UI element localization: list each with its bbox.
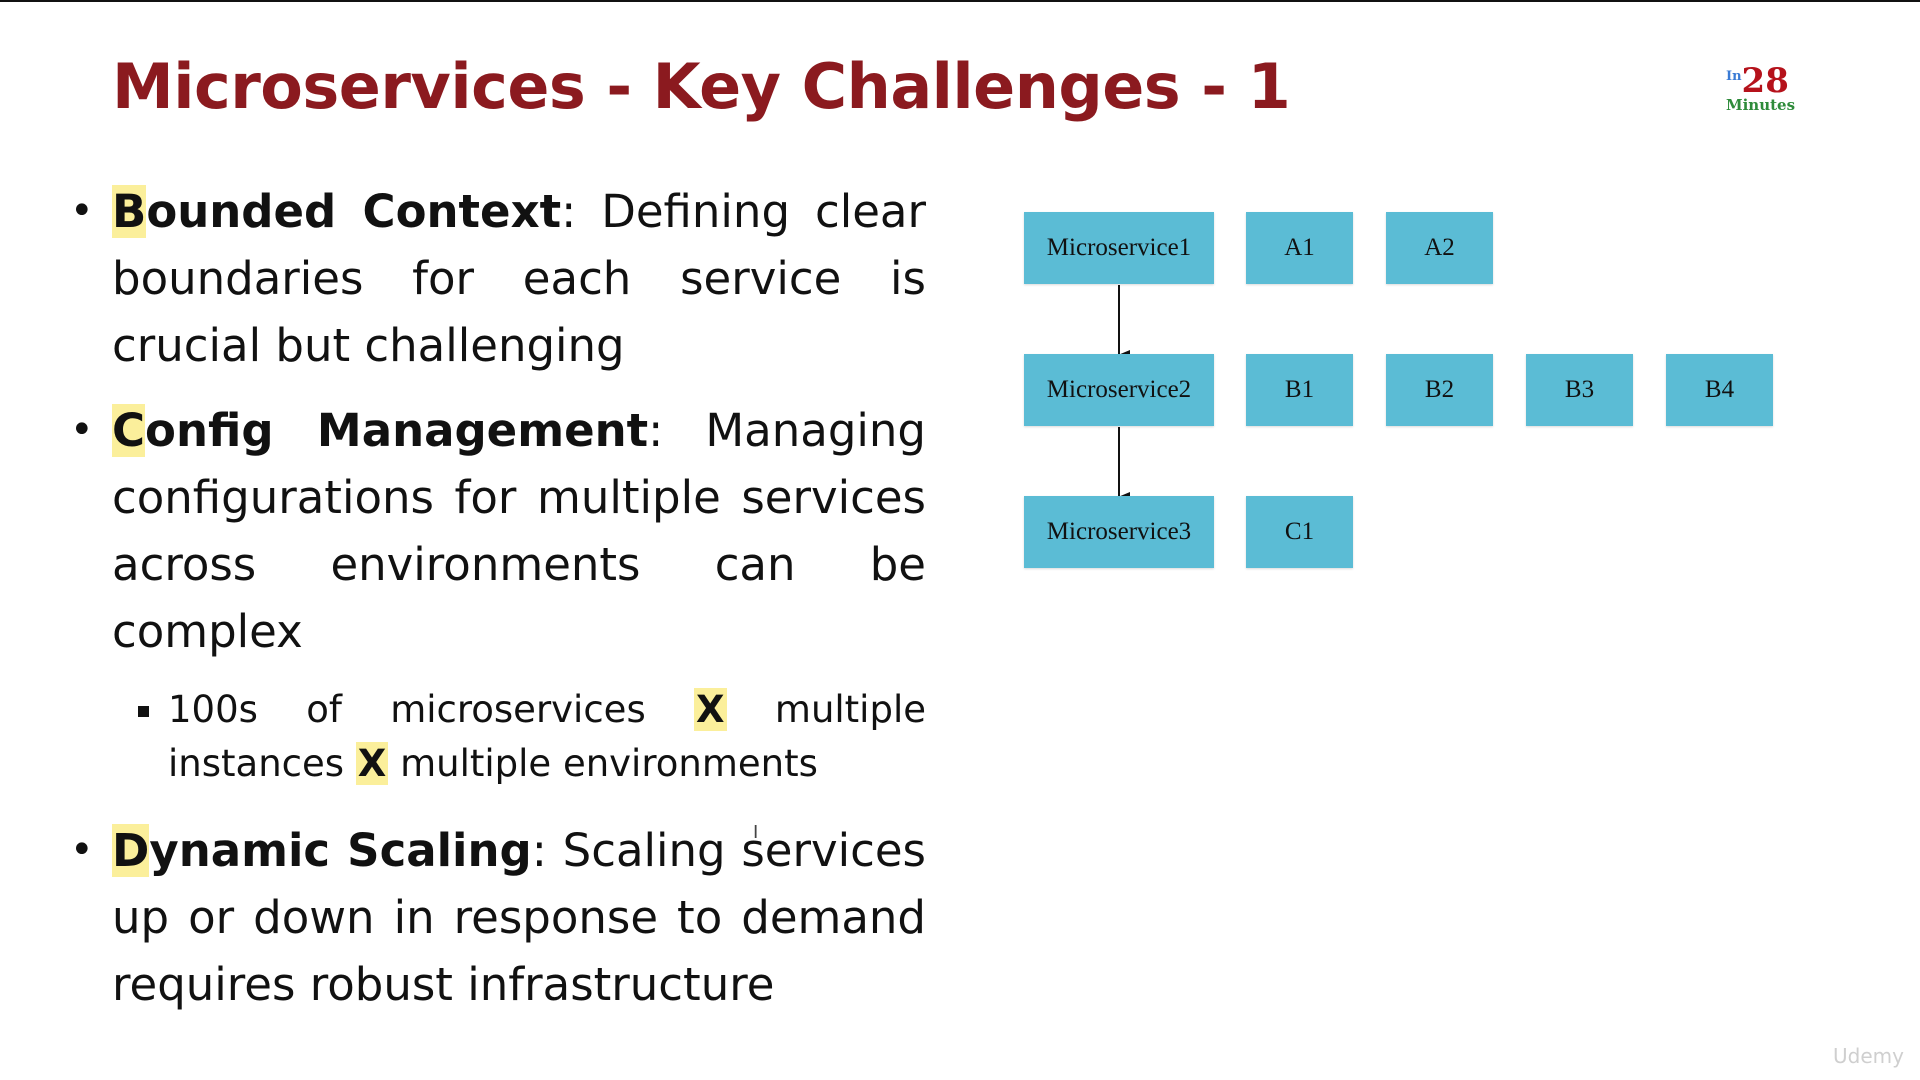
term-rest: ounded Context xyxy=(146,185,562,238)
term-highlight: D xyxy=(112,824,150,877)
term-rest: onfig Management xyxy=(145,404,649,457)
multiply-mark: X xyxy=(694,688,727,731)
top-rule xyxy=(0,0,1920,2)
bullet-list: • Bounded Context: Defining clear bounda… xyxy=(70,178,926,1036)
bullet-bounded-context: • Bounded Context: Defining clear bounda… xyxy=(70,178,926,379)
sub-text-1: 100s of microservices xyxy=(168,688,695,731)
logo-prefix: In xyxy=(1726,69,1742,84)
multiply-mark: X xyxy=(355,742,389,785)
instance-box: A1 xyxy=(1246,212,1353,284)
term-highlight: C xyxy=(112,404,146,457)
bullet-term: Bounded Context xyxy=(112,185,561,238)
logo-number: 28 xyxy=(1741,61,1789,101)
bullet-dynamic-scaling: • Dynamic Scaling: Scaling services up o… xyxy=(70,817,926,1018)
square-bullet xyxy=(138,706,149,717)
udemy-watermark: Udemy xyxy=(1833,1044,1904,1068)
term-rest: ynamic Scaling xyxy=(149,824,532,877)
microservice-box: Microservice2 xyxy=(1024,354,1214,426)
instance-box: B4 xyxy=(1666,354,1773,426)
bullet-term: Config Management xyxy=(112,404,648,457)
bullet-config-management: • Config Management: Managing configurat… xyxy=(70,397,926,665)
instance-box: B3 xyxy=(1526,354,1633,426)
microservice-box: Microservice3 xyxy=(1024,496,1214,568)
instance-box: C1 xyxy=(1246,496,1353,568)
instance-box: B2 xyxy=(1386,354,1493,426)
term-highlight: B xyxy=(112,185,147,238)
sub-bullet-scale: 100s of microservices X multiple instanc… xyxy=(138,683,926,791)
bullet-dot: • xyxy=(70,407,94,453)
sub-text-3: multiple environments xyxy=(388,742,818,785)
bullet-dot: • xyxy=(70,188,94,234)
instance-box: A2 xyxy=(1386,212,1493,284)
instance-box: B1 xyxy=(1246,354,1353,426)
slide-title: Microservices - Key Challenges - 1 xyxy=(112,50,1291,123)
in28minutes-logo: In28 Minutes xyxy=(1726,64,1806,114)
microservice-instance-diagram: Microservice1 A1 A2 Microservice2 B1 B2 B3 B4 Mi… xyxy=(1024,212,1804,572)
logo-word: Minutes xyxy=(1726,96,1796,114)
bullet-dot: • xyxy=(70,827,94,873)
microservice-box: Microservice1 xyxy=(1024,212,1214,284)
bullet-term: Dynamic Scaling xyxy=(112,824,532,877)
text-cursor-icon: I xyxy=(753,822,759,843)
